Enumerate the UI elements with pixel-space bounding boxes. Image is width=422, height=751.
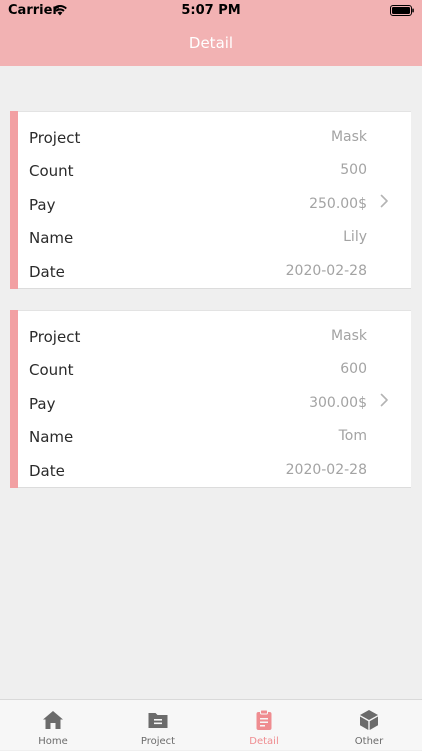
- battery-icon: [390, 5, 414, 16]
- folder-icon: [148, 713, 168, 728]
- date-row: Date 2020-02-28: [29, 256, 367, 286]
- pay-value: 300.00$: [309, 395, 367, 411]
- tab-detail-label: Detail: [249, 736, 279, 747]
- chevron-right-icon[interactable]: [380, 393, 389, 407]
- tab-other-label: Other: [354, 736, 384, 747]
- pay-label: Pay: [29, 395, 56, 413]
- name-row: Name Tom: [29, 421, 367, 451]
- project-row: Project Mask: [29, 122, 367, 152]
- pay-value: 250.00$: [309, 196, 367, 212]
- card-accent-bar: [10, 310, 18, 488]
- project-value: Mask: [330, 129, 367, 145]
- name-value: Lily: [343, 229, 367, 245]
- date-value: 2020-02-28: [285, 462, 367, 478]
- tab-project[interactable]: Project: [105, 700, 211, 751]
- clipboard-icon: [256, 709, 272, 730]
- tab-detail[interactable]: Detail: [211, 700, 317, 751]
- date-label: Date: [29, 462, 65, 480]
- count-row: Count 600: [29, 354, 367, 384]
- name-label: Name: [29, 229, 74, 247]
- cube-icon: [360, 710, 378, 730]
- tab-home[interactable]: Home: [0, 700, 106, 751]
- clock-time: 5:07 PM: [181, 3, 241, 18]
- tab-bar: Home Project Detail Other: [0, 699, 422, 750]
- count-value: 500: [340, 162, 367, 178]
- name-value: Tom: [338, 428, 367, 444]
- card-accent-bar: [10, 111, 18, 289]
- date-label: Date: [29, 263, 65, 281]
- pay-row: Pay 300.00$: [29, 388, 367, 418]
- project-row: Project Mask: [29, 321, 367, 351]
- record-card[interactable]: Project Mask Count 600 Pay 300.00$ Name …: [10, 310, 411, 488]
- tab-other[interactable]: Other: [316, 700, 422, 751]
- count-row: Count 500: [29, 155, 367, 185]
- pay-row: Pay 250.00$: [29, 189, 367, 219]
- chevron-right-icon[interactable]: [380, 194, 389, 208]
- name-row: Name Lily: [29, 222, 367, 252]
- home-icon: [43, 711, 63, 729]
- count-label: Count: [29, 361, 74, 379]
- pay-label: Pay: [29, 196, 56, 214]
- page-title: Detail: [188, 34, 234, 52]
- navigation-header: Carrier 5:07 PM Detail: [0, 0, 422, 66]
- count-value: 600: [340, 361, 367, 377]
- project-value: Mask: [330, 328, 367, 344]
- status-bar: Carrier 5:07 PM: [0, 0, 422, 22]
- name-label: Name: [29, 428, 74, 446]
- tab-home-label: Home: [38, 736, 68, 747]
- project-label: Project: [29, 129, 81, 147]
- count-label: Count: [29, 162, 74, 180]
- tab-project-label: Project: [140, 736, 176, 747]
- date-value: 2020-02-28: [285, 263, 367, 279]
- date-row: Date 2020-02-28: [29, 455, 367, 485]
- record-card[interactable]: Project Mask Count 500 Pay 250.00$ Name …: [10, 111, 411, 289]
- project-label: Project: [29, 328, 81, 346]
